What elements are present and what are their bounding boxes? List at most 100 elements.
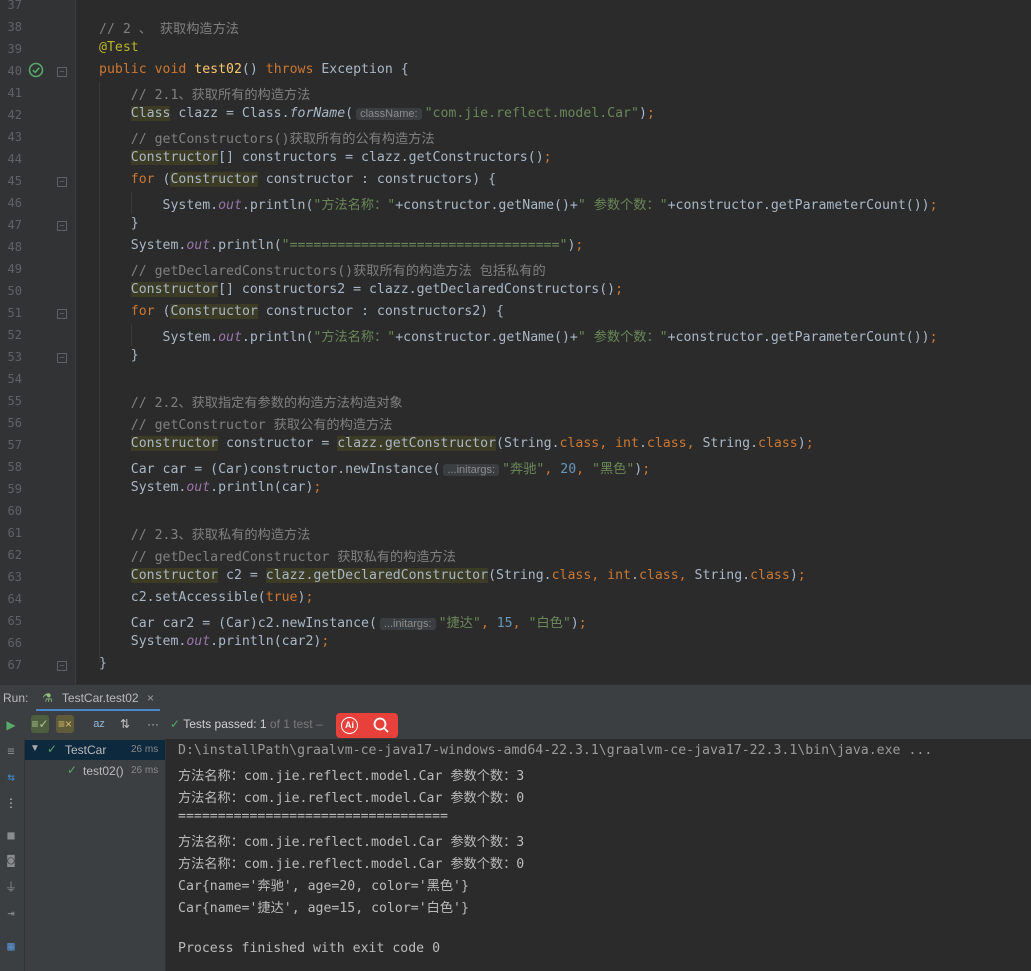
search-icon[interactable] [372,716,390,737]
line-number: 37 [7,0,22,12]
run-tool-window-header: Run: ⚗ TestCar.test02 × [0,684,1031,712]
line-number: 61 [7,526,22,540]
line-number: 42 [7,108,22,122]
console-line: Car{name='捷达', age=15, color='白色'} [178,901,469,916]
code-line[interactable]: // 2.1、获取所有的构造方法 [99,84,311,103]
console-line: ================================== [178,809,448,824]
swap-icon[interactable]: ⇆ [4,770,18,784]
close-icon[interactable]: × [147,691,154,705]
code-line[interactable]: Constructor[] constructors2 = clazz.getD… [99,282,623,297]
tree-item-testcar[interactable]: ▼ ✓ TestCar 26 ms [25,740,165,760]
show-ignored-icon[interactable]: ≡× [56,715,74,733]
tree-item-time: 26 ms [131,744,159,755]
line-number: 39 [7,42,22,56]
line-number: 53 [7,350,22,364]
line-gutter: 37 38 39 40 41 42 43 44 45 46 47 48 49 50 51 52 53 54 55 56… [0,0,76,684]
code-line[interactable]: c2.setAccessible(true); [99,590,314,605]
code-line[interactable]: System.out.println("方法名称："+constructor.g… [99,326,938,345]
layout-icon[interactable]: ▦ [4,939,18,953]
test-icon: ⚗ [42,691,53,705]
tests-passed-suffix: of 1 test – [269,717,323,731]
fold-end-icon[interactable]: − [57,353,67,363]
code-line[interactable]: public void test02() throws Exception { [99,62,409,77]
code-line[interactable]: System.out.println("方法名称："+constructor.g… [99,194,938,213]
code-line[interactable]: // 2 、 获取构造方法 [99,18,239,37]
code-line[interactable]: for (Constructor constructor : construct… [99,304,504,319]
line-number: 43 [7,130,22,144]
line-number: 56 [7,416,22,430]
code-line[interactable]: System.out.println(car2); [99,634,330,649]
console-line: 方法名称：com.jie.reflect.model.Car 参数个数：3 [178,769,525,784]
code-line[interactable]: } [99,656,107,671]
run-tab-label: TestCar.test02 [61,691,139,705]
line-number: 50 [7,284,22,298]
camera-icon[interactable]: ◙ [4,853,18,867]
list-icon[interactable]: ≡ [4,744,18,758]
code-line[interactable]: Car car2 = (Car)c2.newInstance(...initar… [99,612,587,631]
line-number: 41 [7,86,22,100]
code-editor[interactable]: 37 38 39 40 41 42 43 44 45 46 47 48 49 50 51 52 53 54 55 56… [0,0,1031,684]
tree-item-label: TestCar [65,743,107,757]
line-number: 47 [7,218,22,232]
code-line[interactable]: Constructor[] constructors = clazz.getCo… [99,150,552,165]
code-line[interactable]: Constructor c2 = clazz.getDeclaredConstr… [99,568,806,583]
more-vertical-icon[interactable]: ⋮ [4,796,18,810]
sort-duration-icon[interactable]: ⇅ [116,715,134,733]
more-icon[interactable]: ··· [144,715,162,733]
code-line[interactable]: } [99,216,139,231]
code-line[interactable]: for (Constructor constructor : construct… [99,172,496,187]
ai-assistant-button[interactable]: Ai [336,713,398,738]
code-line[interactable]: // getDeclaredConstructors()获取所有的构造方法 包括… [99,260,546,279]
rerun-icon[interactable]: ▶ [2,716,20,734]
line-number: 67 [7,658,22,672]
code-line[interactable]: // getConstructors()获取所有的公有构造方法 [99,128,435,147]
check-icon: ✓ [170,717,181,731]
exit-icon[interactable]: ⇥ [4,906,18,920]
code-line[interactable]: Car car = (Car)constructor.newInstance(.… [99,458,650,477]
code-line[interactable]: @Test [99,40,139,55]
code-line[interactable]: // 2.3、获取私有的构造方法 [99,524,311,543]
fold-end-icon[interactable]: − [57,221,67,231]
fold-end-icon[interactable]: − [57,661,67,671]
tree-item-label: test02() [83,764,124,778]
code-line[interactable]: System.out.println("====================… [99,238,584,253]
chevron-down-icon[interactable]: ▼ [30,743,40,754]
line-number: 51 [7,306,22,320]
console-output[interactable]: D:\installPath\graalvm-ce-java17-windows… [166,739,1031,971]
line-number: 58 [7,460,22,474]
line-number: 45 [7,174,22,188]
fold-toggle-icon[interactable]: − [57,67,67,77]
line-number: 40 [7,64,22,78]
sort-alpha-icon[interactable]: az [90,715,108,733]
code-line[interactable]: System.out.println(car); [99,480,322,495]
line-number: 48 [7,240,22,254]
code-line[interactable]: // getDeclaredConstructor 获取私有的构造方法 [99,546,456,565]
code-line[interactable]: // 2.2、获取指定有参数的构造方法构造对象 [99,392,403,411]
line-number: 63 [7,570,22,584]
run-tab[interactable]: ⚗ TestCar.test02 × [36,685,160,712]
code-line[interactable]: Class clazz = Class.forName(className: "c… [99,106,655,121]
line-number: 60 [7,504,22,518]
code-line[interactable]: } [99,348,139,363]
run-test-icon[interactable] [28,62,44,78]
line-number: 38 [7,20,22,34]
plug-icon[interactable]: ⏚ [4,880,18,894]
ai-icon: Ai [341,717,358,734]
fold-toggle-icon[interactable]: − [57,177,67,187]
tree-item-test02[interactable]: ✓ test02() 26 ms [25,761,165,781]
line-number: 66 [7,636,22,650]
test-runner-toolbar: ▶ ≡✓ ≡× az ⇅ ··· ✓ Tests passed: 1 of 1 … [0,711,1031,740]
tests-passed-label: Tests passed: 1 [183,717,267,731]
indent-guide [131,324,132,346]
show-passed-icon[interactable]: ≡✓ [31,715,49,733]
line-number: 46 [7,196,22,210]
console-line: 方法名称：com.jie.reflect.model.Car 参数个数：0 [178,857,525,872]
code-line[interactable]: // getConstructor 获取公有的构造方法 [99,414,393,433]
fold-toggle-icon[interactable]: − [57,309,67,319]
check-icon: ✓ [67,763,78,777]
line-number: 54 [7,372,22,386]
run-side-toolbar: ≡ ⇆ ⋮ ■ ◙ ⏚ ⇥ ▦ [0,739,25,971]
stop-icon[interactable]: ■ [4,828,18,842]
code-line[interactable]: Constructor constructor = clazz.getConst… [99,436,814,451]
run-label: Run: [3,691,29,705]
